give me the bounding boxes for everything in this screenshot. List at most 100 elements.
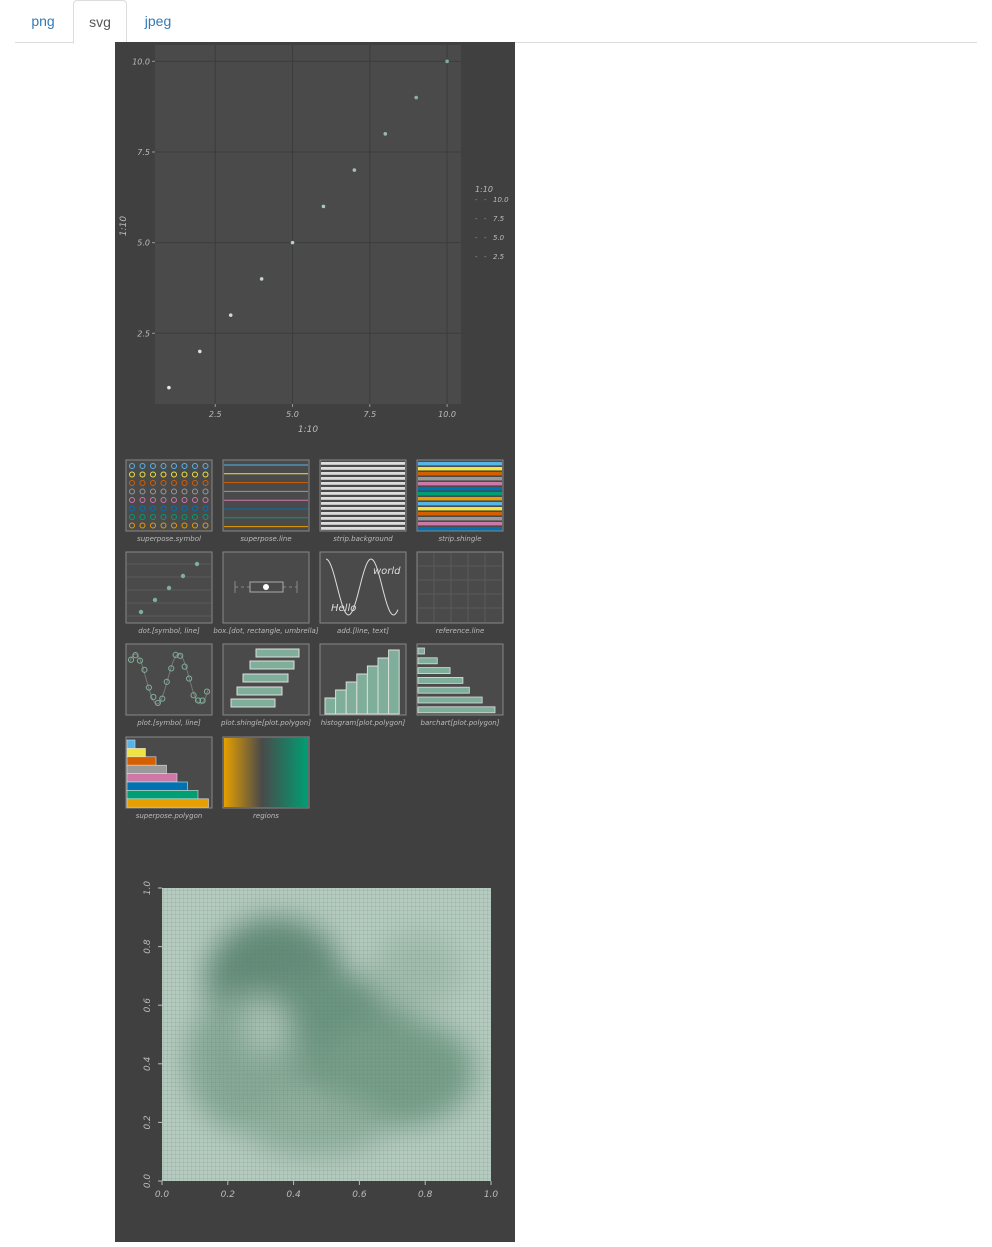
scatter-legend-key: -: [475, 234, 478, 242]
scatter-point: [290, 240, 295, 245]
polygon-band: [126, 798, 209, 808]
scatter-legend-label: 10.0: [493, 196, 509, 204]
thumbnail-strip-shingle: strip.shingle: [416, 459, 504, 543]
scatter-y-tick-label: 2.5: [137, 329, 150, 338]
polygon-band: [126, 773, 178, 783]
histogram-bar: [356, 673, 368, 715]
thumbnail-histogram: histogram[plot.polygon]: [319, 643, 407, 727]
heatmap-x-tick-label: 1.0: [484, 1190, 499, 1200]
plot-output-panel: 2.5 5.0 7.5 10.0 2.5 5.0 7.5 10.0 1:10 1:10 1:…: [115, 42, 515, 1242]
barchart-bar: [417, 657, 438, 665]
thumbnail-frame: [416, 551, 504, 624]
dot-point: [152, 597, 158, 603]
barchart-bar: [417, 677, 464, 684]
scatter-point: [445, 59, 449, 64]
shingle-bar: [255, 648, 300, 658]
tab-bar: png svg jpeg: [15, 0, 977, 44]
thumbnail-add: add.[line, text] world Hello: [319, 551, 407, 635]
strip-band: [321, 462, 405, 465]
histogram-bar: [377, 657, 390, 715]
thumbnail-caption: superpose.polygon: [136, 812, 203, 820]
shingle-bar: [236, 686, 283, 696]
heatmap-plot: 0.0 0.2 0.4 0.6 0.8 1.0 0.0 0.2 0.4 0.6 0.8 1.0: [143, 881, 498, 1200]
thumbnail-caption: superpose.symbol: [137, 535, 201, 543]
strip-band: [321, 507, 405, 510]
scatter-y-tick-label: 5.0: [137, 239, 150, 248]
scatter-point: [198, 349, 202, 354]
shingle-band: [418, 512, 502, 516]
thumbnail-caption: strip.shingle: [438, 535, 481, 543]
thumbnail-caption: reference.line: [436, 627, 485, 635]
scatter-legend-key: -: [484, 253, 487, 261]
thumbnail-caption: histogram[plot.polygon]: [321, 719, 406, 727]
dot-point: [194, 561, 200, 567]
heatmap-y-tick-label: 0.4: [143, 1056, 153, 1071]
dot-point: [166, 585, 172, 591]
scatter-legend-key: -: [484, 196, 487, 204]
strip-band: [321, 467, 405, 470]
barchart-bar: [417, 686, 470, 694]
shingle-bar: [242, 673, 289, 683]
add-text-hello: Hello: [331, 603, 356, 614]
shingle-band: [418, 482, 502, 486]
scatter-legend: 1:10 - -10.0- -7.5- -5.0- -2.5: [475, 185, 509, 261]
thumbnail-reference: reference.line: [416, 551, 504, 635]
thumbnail-box: box.[dot, rectangle, umbrella]: [213, 551, 319, 635]
add-text-world: world: [373, 566, 401, 577]
barchart-bar: [417, 706, 496, 714]
thumbnail-frame: [319, 459, 407, 532]
shingle-band: [418, 477, 502, 481]
shingle-band: [418, 517, 502, 521]
strip-band: [321, 527, 405, 530]
tab-jpeg[interactable]: jpeg: [131, 0, 185, 41]
heatmap-y-tick-label: 0.2: [143, 1115, 153, 1130]
scatter-point: [414, 95, 418, 100]
heatmap-x-ticks: 0.0 0.2 0.4 0.6 0.8 1.0: [155, 1181, 499, 1200]
scatter-legend-key: -: [484, 215, 487, 223]
scatter-point: [228, 313, 233, 317]
thumbnail-caption: dot.[symbol, line]: [138, 627, 200, 635]
polygon-band: [126, 790, 199, 800]
scatter-x-tick-label: 10.0: [438, 410, 456, 419]
scatter-legend-label: 5.0: [493, 234, 505, 242]
tab-svg[interactable]: svg: [73, 0, 127, 44]
scatter-x-axis-label: 1:10: [298, 425, 318, 435]
strip-band: [321, 522, 405, 525]
shingle-band: [418, 527, 502, 531]
polygon-band: [126, 781, 188, 791]
thumbnail-caption: plot.[symbol, line]: [136, 719, 201, 727]
shingle-bar: [249, 660, 295, 670]
strip-band: [321, 502, 405, 505]
scatter-legend-key: -: [475, 215, 478, 223]
histogram-bar: [345, 681, 358, 715]
scatter-legend-key: -: [484, 234, 487, 242]
scatter-point: [383, 132, 388, 136]
thumbnail-superpose-line: superpose.line: [222, 459, 310, 543]
tab-png[interactable]: png: [15, 0, 71, 41]
scatter-point: [352, 168, 357, 172]
scatter-x-tick-label: 5.0: [286, 410, 299, 419]
thumbnail-barchart: barchart[plot.polygon]: [416, 643, 504, 727]
heatmap-y-tick-label: 1.0: [143, 881, 153, 896]
shingle-band: [418, 492, 502, 496]
shingle-band: [418, 507, 502, 511]
thumbnail-frame: [222, 459, 310, 532]
thumbnail-frame: [125, 459, 213, 532]
scatter-y-tick-label: 7.5: [137, 148, 150, 157]
thumbnail-caption: plot.shingle[plot.polygon]: [220, 719, 311, 727]
scatter-legend-label: 2.5: [493, 253, 505, 261]
heatmap-x-tick-label: 0.8: [418, 1190, 433, 1200]
scatter-y-axis-label: 1:10: [119, 216, 129, 236]
thumbnail-plot-shingle: plot.shingle[plot.polygon]: [220, 643, 311, 727]
dot-point: [138, 609, 144, 615]
strip-band: [321, 487, 405, 490]
shingle-band: [418, 497, 502, 501]
scatter-plot: 2.5 5.0 7.5 10.0 2.5 5.0 7.5 10.0 1:10 1:10 1:…: [119, 45, 509, 435]
scatter-point: [321, 204, 326, 209]
strip-band: [321, 477, 405, 480]
polygon-band: [126, 748, 146, 758]
polygon-band: [126, 764, 167, 774]
thumbnail-regions: regions: [222, 736, 310, 820]
heatmap-grid-overlay: [162, 888, 491, 1181]
barchart-bar: [417, 647, 425, 655]
